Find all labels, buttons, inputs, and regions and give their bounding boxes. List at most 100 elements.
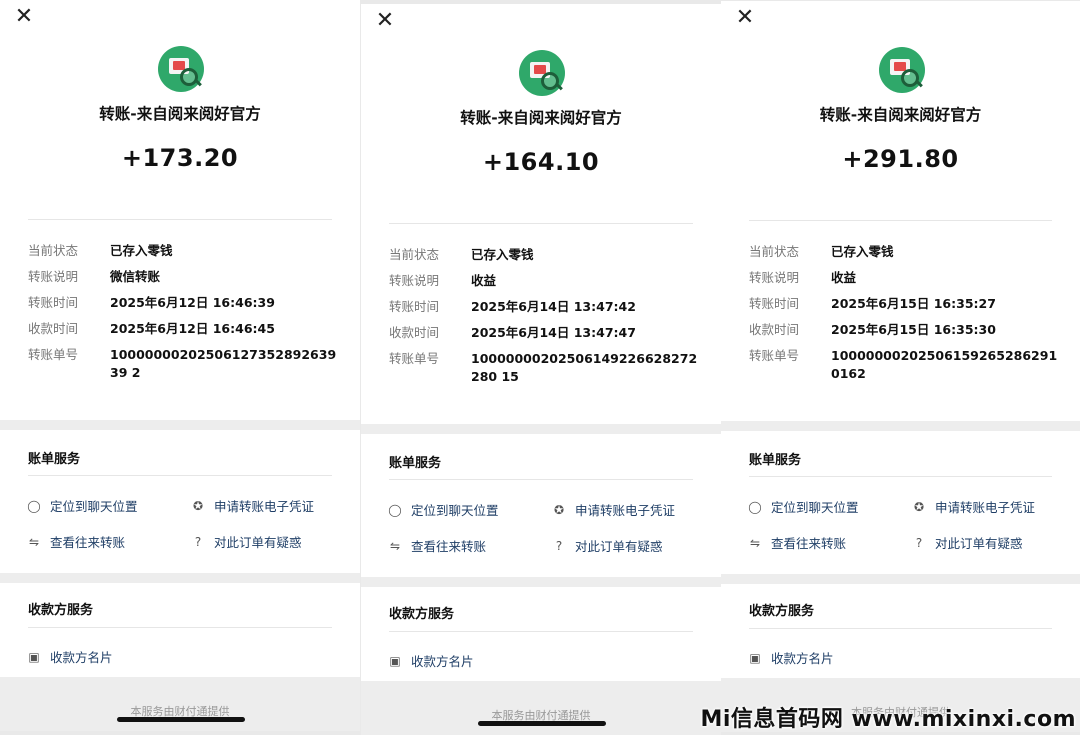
receipt-panel: ✕ 转账-来自阅来阅好官方 +173.20 当前状态 已存入零钱 转账说明 微信转账… [0,0,360,731]
detail-value: 已存入零钱 [831,244,894,259]
locate-chat-link[interactable]: ◯ 定位到聊天位置 [26,496,138,515]
home-indicator[interactable] [117,717,245,722]
link-label: 查看往来转账 [50,535,126,550]
footer: 本服务由财付通提供 [361,681,721,735]
detail-value: 已存入零钱 [110,243,173,258]
payee-service-section: 收款方服务 ▣ 收款方名片 [721,584,1080,684]
detail-value: 1000000020250612735289263939 2 [110,347,337,380]
detail-value: 2025年6月15日 16:35:27 [831,296,996,311]
detail-row-note: 转账说明 收益 [389,272,699,290]
view-transfers-link[interactable]: ⇋ 查看往来转账 [387,536,486,555]
transfer-details: 当前状态 已存入零钱 转账说明 微信转账 转账时间 2025年6月12日 16:46:… [28,242,338,390]
transfer-amount: +291.80 [842,145,959,173]
payee-service-section: 收款方服务 ▣ 收款方名片 [361,587,721,687]
detail-row-note: 转账说明 微信转账 [28,268,338,286]
locate-chat-link[interactable]: ◯ 定位到聊天位置 [747,497,859,516]
payee-card-link[interactable]: ▣ 收款方名片 [747,648,834,667]
detail-label: 当前状态 [389,247,440,262]
chat-bubble-icon: ◯ [748,499,762,514]
detail-label: 转账单号 [28,347,79,362]
link-label: 收款方名片 [771,651,834,666]
link-label: 对此订单有疑惑 [935,536,1023,551]
footer: 本服务由财付通提供 [0,677,360,731]
detail-row-transfer-time: 转账时间 2025年6月15日 16:35:27 [749,295,1058,313]
receipt-panel: ✕ 转账-来自阅来阅好官方 +291.80 当前状态 已存入零钱 转账说明 收益 转… [721,1,1080,732]
close-icon[interactable]: ✕ [735,7,755,29]
home-indicator[interactable] [478,721,606,726]
divider [28,219,332,220]
section-title: 收款方服务 [389,607,455,622]
transfer-amount: +164.10 [482,148,600,176]
detail-row-order-number: 转账单号 100000002025061592652862910162 [749,347,1058,383]
detail-label: 转账时间 [389,299,440,314]
payer-logo [158,46,204,92]
card-icon: ▣ [389,653,401,668]
divider [749,628,1052,629]
voucher-icon: ✪ [553,502,565,517]
help-icon: ? [555,538,563,553]
question-order-link[interactable]: ? 对此订单有疑惑 [190,532,302,551]
chat-bubble-icon: ◯ [27,498,41,513]
bill-service-section: 账单服务 ◯ 定位到聊天位置 ✪ 申请转账电子凭证 ⇋ 查看往来转账 ? 对此订单有疑惑 [361,434,721,577]
detail-label: 转账单号 [389,351,440,366]
link-label: 申请转账电子凭证 [214,499,315,514]
question-order-link[interactable]: ? 对此订单有疑惑 [551,536,663,555]
detail-row-transfer-time: 转账时间 2025年6月14日 13:47:42 [389,298,699,316]
detail-label: 收款时间 [389,325,440,340]
transfer-details: 当前状态 已存入零钱 转账说明 收益 转账时间 2025年6月14日 13:47:42… [389,246,699,394]
locate-chat-link[interactable]: ◯ 定位到聊天位置 [387,500,499,519]
transfer-summary: 转账-来自阅来阅好官方 +173.20 当前状态 已存入零钱 转账说明 微信转账 转… [0,38,360,420]
detail-value: 2025年6月14日 13:47:47 [471,325,636,340]
detail-label: 当前状态 [28,243,79,258]
chat-bubble-icon: ◯ [388,502,402,517]
question-order-link[interactable]: ? 对此订单有疑惑 [911,533,1023,552]
detail-value: 2025年6月12日 16:46:39 [110,295,275,310]
apply-voucher-link[interactable]: ✪ 申请转账电子凭证 [551,500,675,519]
view-transfers-link[interactable]: ⇋ 查看往来转账 [747,533,846,552]
detail-value: 2025年6月15日 16:35:30 [831,322,996,337]
help-icon: ? [194,534,202,549]
close-icon[interactable]: ✕ [14,6,34,28]
apply-voucher-link[interactable]: ✪ 申请转账电子凭证 [190,496,314,515]
apply-voucher-link[interactable]: ✪ 申请转账电子凭证 [911,497,1035,516]
divider [28,627,332,628]
view-transfers-link[interactable]: ⇋ 查看往来转账 [26,532,125,551]
detail-label: 当前状态 [749,244,800,259]
detail-label: 收款时间 [749,322,800,337]
top-bar: ✕ [721,1,1080,39]
detail-row-note: 转账说明 收益 [749,269,1058,287]
voucher-icon: ✪ [913,499,925,514]
link-label: 定位到聊天位置 [411,503,499,518]
link-label: 查看往来转账 [771,536,847,551]
detail-value: 微信转账 [110,269,161,284]
close-icon[interactable]: ✕ [375,10,395,32]
link-label: 对此订单有疑惑 [575,539,663,554]
payee-card-link[interactable]: ▣ 收款方名片 [26,647,112,666]
section-title: 账单服务 [28,452,81,467]
divider [389,479,693,480]
divider [749,220,1052,221]
bill-service-section: 账单服务 ◯ 定位到聊天位置 ✪ 申请转账电子凭证 ⇋ 查看往来转账 ? 对此订单有疑惑 [721,431,1080,574]
detail-label: 转账单号 [749,348,800,363]
detail-value: 2025年6月12日 16:46:45 [110,321,275,336]
link-label: 申请转账电子凭证 [575,503,676,518]
section-title: 账单服务 [749,453,802,468]
link-label: 收款方名片 [411,654,474,669]
card-icon: ▣ [749,650,761,665]
link-label: 定位到聊天位置 [771,500,859,515]
link-label: 查看往来转账 [411,539,487,554]
card-icon: ▣ [28,649,40,664]
divider [28,475,332,476]
top-bar: ✕ [0,0,360,38]
detail-value: 10000000202506149226628272280 15 [471,351,698,384]
transfer-title: 转账-来自阅来阅好官方 [460,109,622,127]
detail-label: 收款时间 [28,321,79,336]
detail-label: 转账时间 [749,296,800,311]
link-label: 定位到聊天位置 [50,499,138,514]
detail-label: 转账说明 [28,269,79,284]
voucher-icon: ✪ [192,498,204,513]
transfer-arrows-icon: ⇋ [28,534,40,549]
section-title: 收款方服务 [749,604,815,619]
detail-row-order-number: 转账单号 10000000202506149226628272280 15 [389,350,699,386]
payee-card-link[interactable]: ▣ 收款方名片 [387,651,474,670]
